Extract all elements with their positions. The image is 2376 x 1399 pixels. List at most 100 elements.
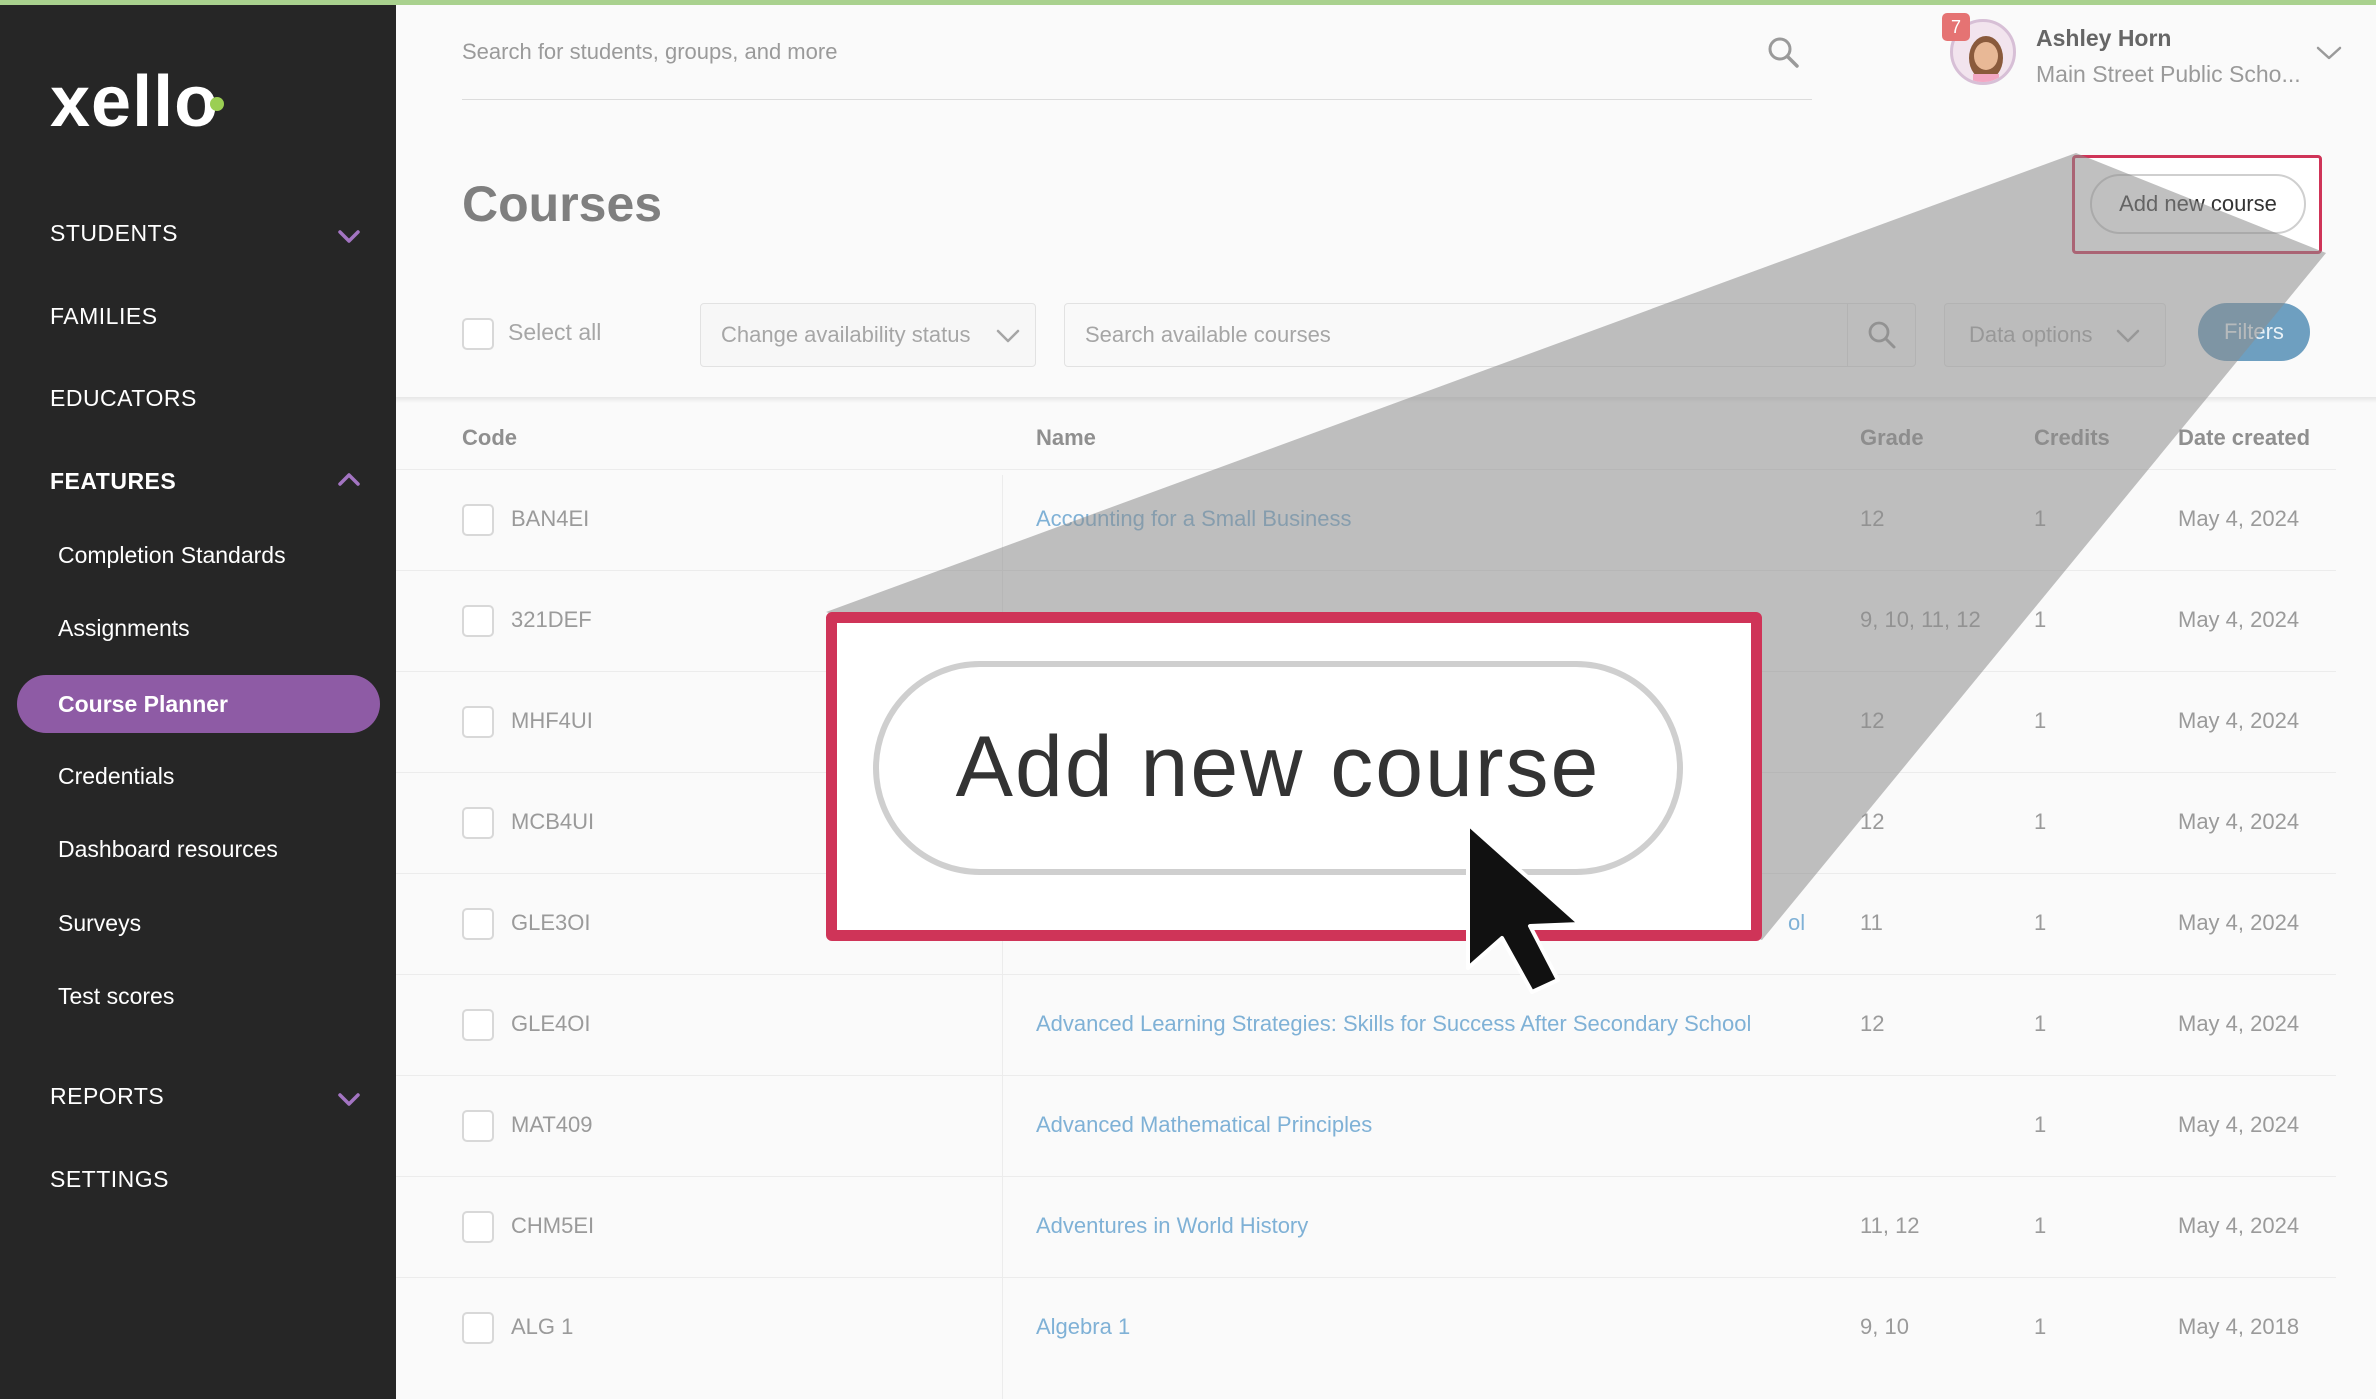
course-grade: 12 xyxy=(1860,708,1885,733)
course-date: May 4, 2024 xyxy=(2178,607,2300,632)
sidebar: xello STUDENTS FAMILIES EDUCATORS FEATUR… xyxy=(0,5,396,1399)
sidebar-item-families[interactable]: FAMILIES xyxy=(50,303,158,330)
row-checkbox[interactable] xyxy=(462,1312,494,1344)
select-all-label[interactable]: Select all xyxy=(508,319,601,346)
course-credits: 1 xyxy=(2034,708,2047,733)
course-grade: 9, 10 xyxy=(1860,1314,1909,1339)
sidebar-item-reports[interactable]: REPORTS xyxy=(50,1083,164,1110)
filters-button[interactable]: Filters xyxy=(2198,303,2310,361)
course-code: ALG 1 xyxy=(511,1314,574,1339)
course-credits: 1 xyxy=(2034,1112,2047,1137)
course-credits: 1 xyxy=(2034,1213,2047,1238)
course-date: May 4, 2024 xyxy=(2178,1112,2300,1137)
course-grade: 12 xyxy=(1860,506,1885,531)
table-row[interactable]: BAN4EI Accounting for a Small Business 1… xyxy=(396,469,2336,570)
column-header-credits[interactable]: Credits xyxy=(2034,425,2110,451)
mouse-pointer-icon xyxy=(1466,822,1582,994)
course-credits: 1 xyxy=(2034,1011,2047,1036)
table-row[interactable]: ALG 1 Algebra 1 9, 10 1 May 4, 2018 xyxy=(396,1277,2336,1378)
column-header-code[interactable]: Code xyxy=(462,425,517,451)
course-credits: 1 xyxy=(2034,809,2047,834)
course-code: MCB4UI xyxy=(511,809,595,834)
course-credits: 1 xyxy=(2034,1314,2047,1339)
course-date: May 4, 2024 xyxy=(2178,809,2300,834)
chevron-up-icon[interactable] xyxy=(336,467,362,493)
row-checkbox[interactable] xyxy=(462,605,494,637)
course-grade: 12 xyxy=(1860,809,1885,834)
user-school: Main Street Public Scho... xyxy=(2036,61,2301,87)
course-grade: 12 xyxy=(1860,1011,1885,1036)
data-options-label: Data options xyxy=(1969,322,2093,347)
course-code: CHM5EI xyxy=(511,1213,595,1238)
table-row[interactable]: CHM5EI Adventures in World History 11, 1… xyxy=(396,1176,2336,1277)
sidebar-item-settings[interactable]: SETTINGS xyxy=(50,1166,169,1193)
chevron-down-icon[interactable] xyxy=(2314,41,2344,65)
row-checkbox[interactable] xyxy=(462,706,494,738)
top-accent-line xyxy=(0,0,2376,5)
search-icon[interactable] xyxy=(1766,35,1800,69)
search-divider xyxy=(1847,304,1848,366)
course-code: BAN4EI xyxy=(511,506,590,531)
sidebar-item-completion-standards[interactable]: Completion Standards xyxy=(58,542,286,569)
row-checkbox[interactable] xyxy=(462,1110,494,1142)
search-underline xyxy=(462,99,1812,100)
table-row[interactable]: MAT409 Advanced Mathematical Principles … xyxy=(396,1075,2336,1176)
user-name[interactable]: Ashley Horn xyxy=(2036,25,2171,52)
row-checkbox[interactable] xyxy=(462,504,494,536)
sidebar-item-students[interactable]: STUDENTS xyxy=(50,220,178,247)
course-date: May 4, 2024 xyxy=(2178,1011,2300,1036)
global-search-input[interactable]: Search for students, groups, and more xyxy=(462,39,837,65)
course-name-link[interactable]: Advanced Mathematical Principles xyxy=(1036,1112,1372,1138)
column-header-date-created[interactable]: Date created xyxy=(2178,425,2310,451)
availability-status-dropdown[interactable]: Change availability status xyxy=(700,303,1036,367)
course-code: MHF4UI xyxy=(511,708,593,733)
sidebar-item-assignments[interactable]: Assignments xyxy=(58,615,190,642)
row-checkbox[interactable] xyxy=(462,1211,494,1243)
add-new-course-button[interactable]: Add new course xyxy=(2090,174,2306,234)
course-name-link[interactable]: Advanced Learning Strategies: Skills for… xyxy=(1036,1011,1751,1037)
chevron-down-icon[interactable] xyxy=(336,1086,362,1112)
course-date: May 4, 2024 xyxy=(2178,910,2300,935)
logo-dot xyxy=(210,97,224,111)
page-title: Courses xyxy=(462,176,663,232)
course-name-link[interactable]: ol xyxy=(1788,910,1805,936)
course-credits: 1 xyxy=(2034,607,2047,632)
course-grade: 9, 10, 11, 12 xyxy=(1860,607,1981,632)
toolbar-divider xyxy=(396,397,2376,403)
course-code: MAT409 xyxy=(511,1112,593,1137)
sidebar-item-test-scores[interactable]: Test scores xyxy=(58,983,174,1010)
course-credits: 1 xyxy=(2034,910,2047,935)
course-code: GLE3OI xyxy=(511,910,591,935)
sidebar-item-surveys[interactable]: Surveys xyxy=(58,910,141,937)
row-checkbox[interactable] xyxy=(462,1009,494,1041)
row-checkbox[interactable] xyxy=(462,908,494,940)
course-credits: 1 xyxy=(2034,506,2047,531)
data-options-dropdown[interactable]: Data options xyxy=(1944,303,2166,367)
course-name-link[interactable]: Accounting for a Small Business xyxy=(1036,506,1352,532)
sidebar-item-educators[interactable]: EDUCATORS xyxy=(50,385,197,412)
sidebar-item-features[interactable]: FEATURES xyxy=(50,468,176,495)
course-name-link[interactable]: Algebra 1 xyxy=(1036,1314,1130,1340)
availability-label: Change availability status xyxy=(721,322,971,347)
row-checkbox[interactable] xyxy=(462,807,494,839)
column-header-name[interactable]: Name xyxy=(1036,425,1096,451)
table-row[interactable]: GLE4OI Advanced Learning Strategies: Ski… xyxy=(396,974,2336,1075)
chevron-down-icon[interactable] xyxy=(336,223,362,249)
sidebar-item-dashboard-resources[interactable]: Dashboard resources xyxy=(58,836,278,863)
course-grade: 11 xyxy=(1860,910,1883,935)
search-icon[interactable] xyxy=(1867,320,1897,350)
course-name-link[interactable]: Adventures in World History xyxy=(1036,1213,1308,1239)
xello-logo[interactable]: xello xyxy=(50,61,219,143)
sidebar-item-course-planner[interactable]: Course Planner xyxy=(17,675,380,733)
notification-badge[interactable]: 7 xyxy=(1942,13,1970,41)
sidebar-item-credentials[interactable]: Credentials xyxy=(58,763,174,790)
course-code: GLE4OI xyxy=(511,1011,591,1036)
select-all-checkbox[interactable] xyxy=(462,318,494,350)
course-date: May 4, 2024 xyxy=(2178,506,2300,531)
chevron-down-icon xyxy=(2116,329,2140,343)
course-date: May 4, 2024 xyxy=(2178,708,2300,733)
course-search-input[interactable]: Search available courses xyxy=(1064,303,1916,367)
column-header-grade[interactable]: Grade xyxy=(1860,425,1924,451)
chevron-down-icon xyxy=(996,329,1020,343)
course-code: 321DEF xyxy=(511,607,592,632)
